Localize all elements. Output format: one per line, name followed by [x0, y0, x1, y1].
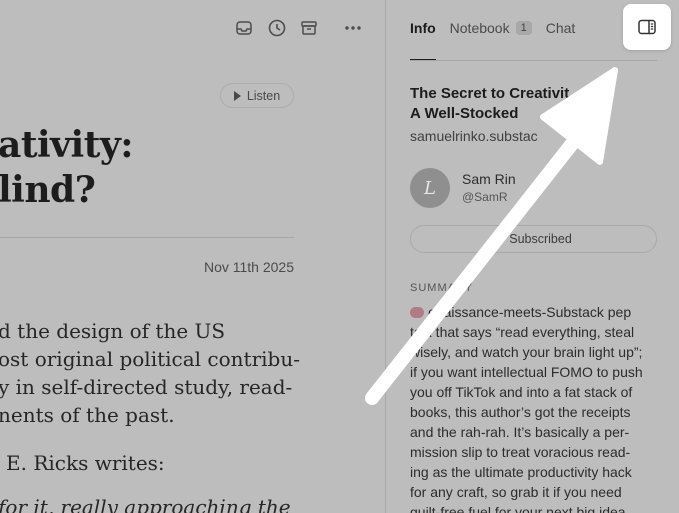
avatar: L — [410, 168, 450, 208]
author-handle: @SamR — [462, 190, 508, 204]
tab-notebook[interactable]: Notebook 1 — [450, 20, 532, 36]
subscribed-label: Subscribed — [509, 232, 572, 246]
tab-info-label: Info — [410, 20, 436, 36]
author-name[interactable]: Sam Rin — [462, 171, 516, 187]
publish-date: Nov 11th 2025 — [203, 259, 294, 275]
subscribed-button[interactable]: ✓ Subscribed — [410, 225, 657, 253]
sidebar-tabs: Info Notebook 1 Chat — [410, 20, 589, 36]
article-body: d the design of the US ost original poli… — [0, 319, 300, 427]
ellipsis-icon[interactable] — [342, 17, 364, 39]
notebook-count-badge: 1 — [515, 21, 532, 35]
app-window: Listen ativity: lind? Nov 11th 2025 d th… — [0, 0, 679, 513]
tab-chat[interactable]: Chat — [546, 20, 576, 36]
clock-icon[interactable] — [266, 17, 288, 39]
inbox-icon[interactable] — [233, 17, 255, 39]
tab-notebook-label: Notebook — [449, 20, 510, 36]
sidebar-toggle-icon — [638, 19, 656, 35]
summary-body: enaissance-meets-Substack pep talk that … — [410, 304, 643, 513]
article-pane: Listen ativity: lind? Nov 11th 2025 d th… — [0, 0, 385, 513]
info-sidebar: Info Notebook 1 Chat The Secret to Creat… — [386, 0, 679, 513]
listen-button[interactable]: Listen — [220, 83, 294, 108]
document-domain[interactable]: samuelrinko.substac — [410, 128, 538, 144]
header-divider — [0, 237, 294, 238]
summary-text: enaissance-meets-Substack pep talk that … — [410, 302, 643, 513]
archive-icon[interactable] — [298, 17, 320, 39]
check-icon: ✓ — [495, 232, 506, 246]
tab-info[interactable]: Info — [410, 20, 436, 36]
sidebar-toggle-button[interactable] — [623, 4, 671, 50]
avatar-initial: L — [424, 177, 436, 199]
summary-heading: SUMMARY — [410, 282, 474, 294]
play-icon — [233, 90, 241, 101]
tabs-divider — [410, 60, 657, 61]
article-quote: for it, really approaching the — [0, 495, 291, 513]
article-body-line: E. Ricks writes: — [6, 451, 165, 475]
tab-chat-label: Chat — [545, 20, 576, 36]
brain-emoji-icon — [410, 307, 424, 318]
article-headline: ativity: lind? — [0, 124, 134, 211]
document-title: The Secret to Creativit A Well-Stocked — [410, 85, 570, 122]
listen-label: Listen — [246, 88, 281, 103]
